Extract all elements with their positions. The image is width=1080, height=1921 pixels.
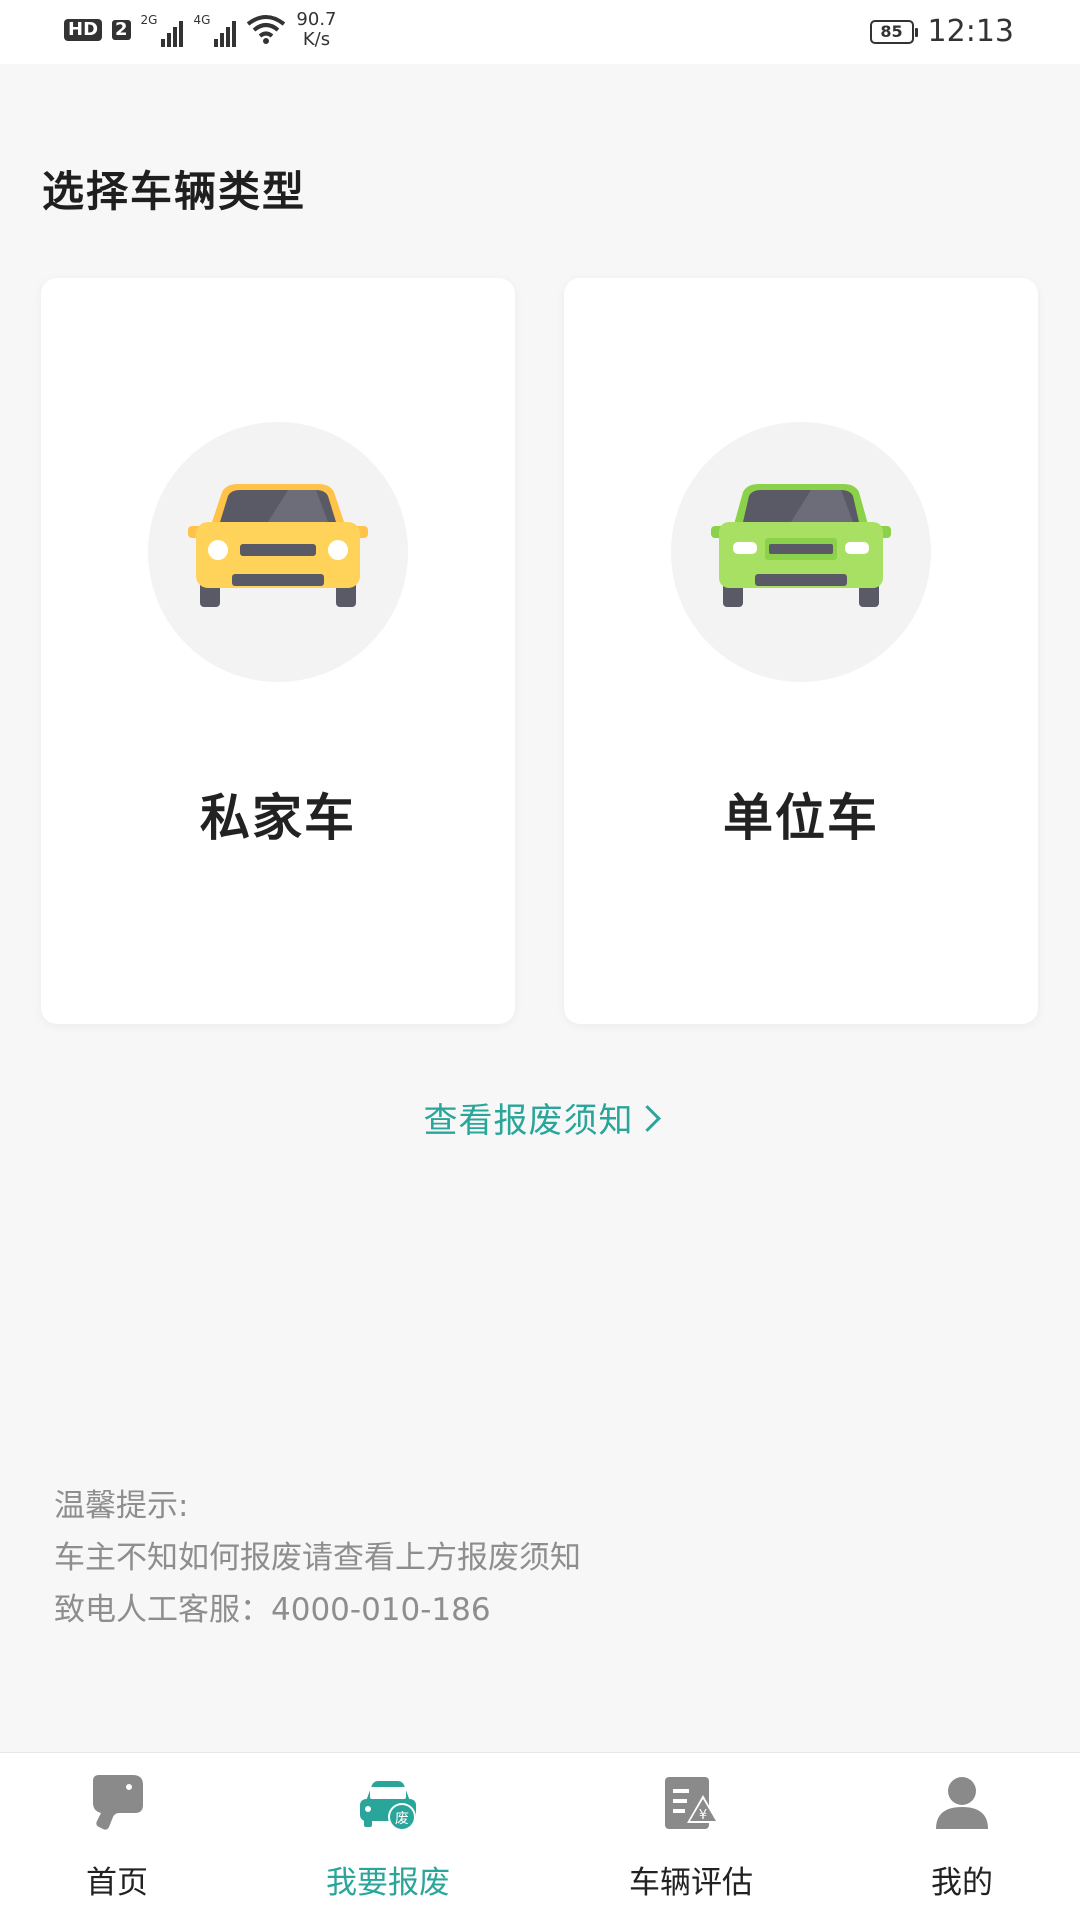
scrap-notice-link[interactable]: 查看报废须知: [0, 1093, 1080, 1142]
hd-badge: HD: [64, 19, 103, 41]
green-car-icon: [711, 484, 891, 607]
nav-item-mine[interactable]: 我的: [862, 1753, 1062, 1921]
evaluation-doc-icon: ¥: [665, 1777, 719, 1829]
battery-level: 85: [880, 22, 903, 41]
unit-car-card[interactable]: 单位车: [564, 278, 1038, 1024]
nav-item-scrap[interactable]: 废 我要报废: [288, 1753, 488, 1921]
wifi-icon: [247, 15, 286, 44]
eval-badge-text: ¥: [699, 1808, 707, 1823]
nav-label-scrap: 我要报废: [326, 1865, 450, 1901]
yellow-car-icon: [188, 484, 368, 607]
net-type-1: 2G: [140, 13, 158, 27]
status-bar: HD 2 2G 4G 90.7 K/s 85 12:13: [0, 0, 1080, 64]
scrap-badge-text: 废: [395, 1811, 409, 1827]
nav-item-home[interactable]: 首页: [17, 1753, 217, 1921]
scrap-car-icon: 废: [360, 1781, 416, 1831]
nav-label-mine: 我的: [931, 1865, 993, 1901]
bottom-nav: 首页 废 我要报废 ¥ 车辆评估 我的: [0, 1752, 1080, 1921]
net-type-2: 4G: [193, 13, 211, 27]
net-speed: 90.7 K/s: [296, 10, 336, 50]
battery-icon: 85: [869, 19, 918, 44]
status-right: 85 12:13: [869, 14, 1014, 49]
elephant-icon: [93, 1775, 143, 1830]
nav-item-evaluation[interactable]: ¥ 车辆评估: [591, 1753, 791, 1921]
clock: 12:13: [927, 14, 1014, 49]
nav-label-home: 首页: [86, 1865, 148, 1901]
tips-heading: 温馨提示:: [54, 1488, 189, 1524]
scrap-notice-label: 查看报废须知: [423, 1101, 634, 1141]
signal-icon-2: 4G: [193, 13, 237, 47]
car-icon-circle: [148, 422, 408, 682]
net-speed-value: 90.7: [296, 9, 337, 30]
sim-badge: 2: [112, 20, 131, 40]
tips-block: 温馨提示: 车主不知如何报废请查看上方报废须知 致电人工客服：4000-010-…: [54, 1480, 581, 1636]
car-icon-circle: [671, 422, 931, 682]
status-left: HD 2 2G 4G 90.7 K/s: [64, 10, 337, 50]
private-car-card[interactable]: 私家车: [41, 278, 515, 1024]
nav-label-evaluation: 车辆评估: [629, 1865, 753, 1901]
signal-icon-1: 2G: [141, 13, 184, 47]
page-title: 选择车辆类型: [42, 167, 307, 216]
private-car-label: 私家车: [200, 789, 356, 847]
chevron-right-icon: [633, 1105, 661, 1132]
net-speed-unit: K/s: [302, 29, 331, 50]
user-icon: [936, 1777, 988, 1829]
tips-line-1: 车主不知如何报废请查看上方报废须知: [54, 1540, 581, 1576]
tips-line-2: 致电人工客服：4000-010-186: [54, 1592, 491, 1628]
unit-car-label: 单位车: [723, 789, 879, 847]
